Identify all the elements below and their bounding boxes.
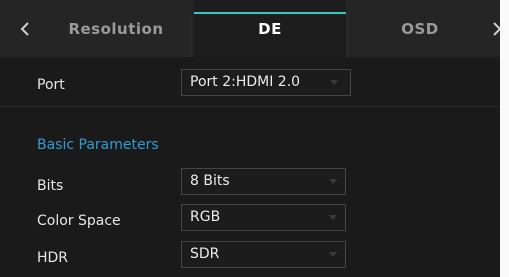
chevron-down-icon — [329, 215, 337, 220]
bits-select-value: 8 Bits — [190, 173, 230, 189]
tab-de[interactable]: DE — [194, 0, 346, 57]
chevron-left-icon — [20, 21, 29, 36]
tab-bar: Resolution DE OSD — [0, 0, 500, 57]
active-tab-indicator — [194, 12, 346, 14]
tab-divider — [190, 14, 191, 57]
port-select-value: Port 2:HDMI 2.0 — [190, 74, 301, 90]
tab-scroll-right-button[interactable] — [492, 0, 500, 57]
hdr-label: HDR — [37, 250, 69, 266]
section-divider — [0, 106, 500, 107]
tab-resolution[interactable]: Resolution — [42, 0, 190, 57]
chevron-right-icon — [493, 21, 500, 36]
tab-osd[interactable]: OSD — [350, 0, 490, 57]
color-space-label: Color Space — [37, 213, 121, 229]
tab-scroll-left-button[interactable] — [12, 0, 38, 57]
section-heading-basic-parameters: Basic Parameters — [37, 137, 159, 153]
bits-label: Bits — [37, 178, 64, 194]
settings-panel: Resolution DE OSD Port Port 2:HDMI 2.0 B… — [0, 0, 500, 277]
chevron-down-icon — [329, 252, 337, 257]
hdr-select[interactable]: SDR — [181, 241, 346, 268]
window-edge — [500, 0, 509, 277]
color-space-select[interactable]: RGB — [181, 204, 346, 231]
chevron-down-icon — [330, 80, 338, 85]
color-space-select-value: RGB — [190, 209, 221, 225]
port-select[interactable]: Port 2:HDMI 2.0 — [181, 69, 351, 96]
hdr-select-value: SDR — [190, 246, 220, 262]
chevron-down-icon — [329, 179, 337, 184]
tab-divider — [347, 14, 348, 57]
port-label: Port — [37, 77, 65, 93]
bits-select[interactable]: 8 Bits — [181, 168, 346, 195]
